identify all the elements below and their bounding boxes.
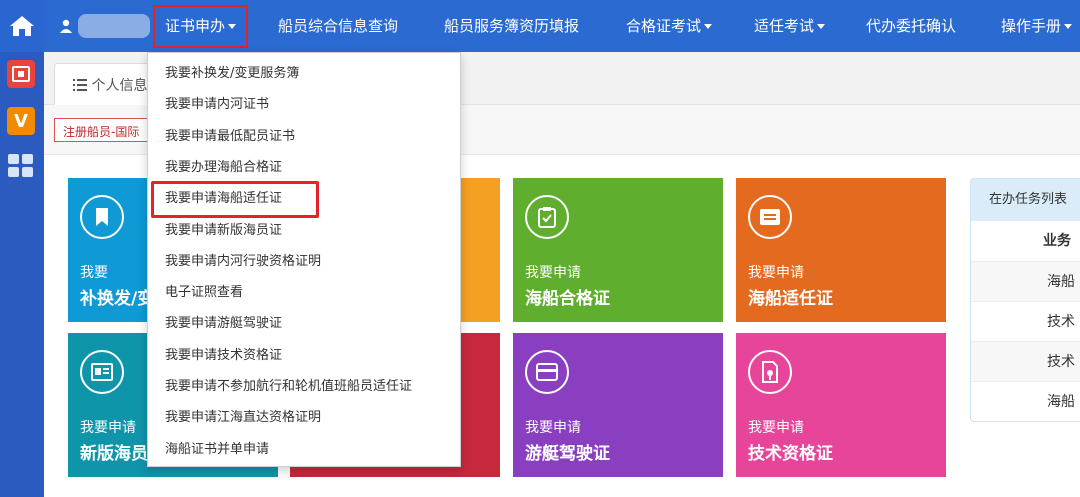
nav-label: 合格证考试 <box>626 17 702 35</box>
dropdown-item[interactable]: 我要补换发/变更服务簿 <box>165 60 299 88</box>
task-row[interactable]: 技术 <box>971 301 1080 341</box>
service-tile[interactable]: 我要申请 海船合格证 <box>513 178 723 322</box>
highlight-box <box>151 181 319 218</box>
caret-down-icon <box>817 24 826 29</box>
tile-subtitle: 我要申请 <box>525 420 581 436</box>
nav-manual[interactable]: 操作手册 <box>1001 0 1073 52</box>
service-tile[interactable]: 我要申请 海船适任证 <box>736 178 946 322</box>
task-row[interactable]: 海船 <box>971 261 1080 301</box>
top-nav-bar: 证书申办 船员综合信息查询 船员服务簿资历填报 合格证考试 适任考试 代办委托确… <box>44 0 1080 52</box>
user-menu[interactable] <box>60 14 150 38</box>
task-column-header: 业务 <box>1043 233 1071 249</box>
tile-subtitle: 我要申请 <box>748 420 804 436</box>
tile-title: 新版海员 <box>80 444 148 464</box>
tab-label: 个人信息 <box>91 78 148 94</box>
tile-subtitle: 我要申请 <box>525 265 581 281</box>
task-list-panel: 在办任务列表 业务 海船 技术 技术 海船 <box>970 178 1080 422</box>
list-icon <box>73 79 87 91</box>
task-row[interactable]: 海船 <box>971 381 1080 421</box>
nav-label: 操作手册 <box>1001 17 1062 35</box>
nav-service-book-fill[interactable]: 船员服务簿资历填报 <box>444 0 579 52</box>
dropdown-item[interactable]: 海船证书并单申请 <box>165 436 269 464</box>
left-rail: V <box>0 0 44 497</box>
video-button[interactable] <box>7 60 35 88</box>
dropdown-item[interactable]: 我要申请内河证书 <box>165 91 269 119</box>
grid-icon <box>8 154 33 177</box>
dropdown-item[interactable]: 我要申请江海直达资格证明 <box>165 404 321 432</box>
dropdown-item[interactable]: 我要申请最低配员证书 <box>165 123 295 151</box>
nav-label: 代办委托确认 <box>866 17 957 35</box>
tile-title: 游艇驾驶证 <box>525 444 610 464</box>
tile-title: 补换发/变 <box>80 289 155 309</box>
nav-competency-exam[interactable]: 适任考试 <box>754 0 826 52</box>
document-icon <box>748 350 792 394</box>
tile-title: 技术资格证 <box>748 444 833 464</box>
dropdown-item[interactable]: 电子证照查看 <box>165 279 243 307</box>
nav-label: 证书申办 <box>165 17 226 35</box>
clipboard-check-icon <box>525 195 569 239</box>
tile-subtitle: 我要申请 <box>80 420 136 436</box>
nav-certificate-apply[interactable]: 证书申办 <box>153 5 249 48</box>
task-list-title: 在办任务列表 <box>971 179 1080 221</box>
dropdown-item[interactable]: 我要申请不参加航行和轮机值班船员适任证 <box>165 373 412 401</box>
task-row[interactable]: 技术 <box>971 341 1080 381</box>
caret-down-icon <box>1064 24 1073 29</box>
service-tile[interactable]: 我要申请 技术资格证 <box>736 333 946 477</box>
nav-crew-info-query[interactable]: 船员综合信息查询 <box>278 0 398 52</box>
username-blurred <box>78 14 150 38</box>
nav-label: 船员综合信息查询 <box>278 17 399 35</box>
credit-card-icon <box>525 350 569 394</box>
dropdown-item[interactable]: 我要申请技术资格证 <box>165 342 282 370</box>
task-rows: 海船 技术 技术 海船 <box>971 261 1080 421</box>
nav-label: 适任考试 <box>754 17 815 35</box>
home-icon <box>10 16 34 36</box>
user-icon <box>60 19 72 33</box>
tile-subtitle: 我要 <box>80 265 108 281</box>
dropdown-item[interactable]: 我要申请新版海员证 <box>165 217 282 245</box>
nav-label: 船员服务簿资历填报 <box>444 17 580 35</box>
certificate-apply-dropdown: 我要补换发/变更服务簿 我要申请内河证书 我要申请最低配员证书 我要办理海船合格证 我要… <box>147 52 461 467</box>
home-button[interactable] <box>0 0 44 52</box>
dropdown-item[interactable]: 我要办理海船合格证 <box>165 154 282 182</box>
bookmark-icon <box>80 195 124 239</box>
v-app-button[interactable]: V <box>7 107 35 135</box>
caret-down-icon <box>228 24 237 29</box>
nav-proxy-confirm[interactable]: 代办委托确认 <box>866 0 956 52</box>
dropdown-item[interactable]: 我要申请游艇驾驶证 <box>165 310 282 338</box>
dropdown-item[interactable]: 我要申请内河行驶资格证明 <box>165 248 321 276</box>
caret-down-icon <box>704 24 713 29</box>
id-card-icon <box>80 350 124 394</box>
service-tile[interactable]: 我要申请 游艇驾驶证 <box>513 333 723 477</box>
tile-title: 海船适任证 <box>748 289 833 309</box>
tile-title: 海船合格证 <box>525 289 610 309</box>
tile-subtitle: 我要申请 <box>748 265 804 281</box>
card-icon <box>748 195 792 239</box>
v-logo-icon: V <box>14 110 28 132</box>
film-icon <box>12 66 30 82</box>
nav-qualification-exam[interactable]: 合格证考试 <box>626 0 713 52</box>
apps-grid-button[interactable] <box>7 152 35 180</box>
